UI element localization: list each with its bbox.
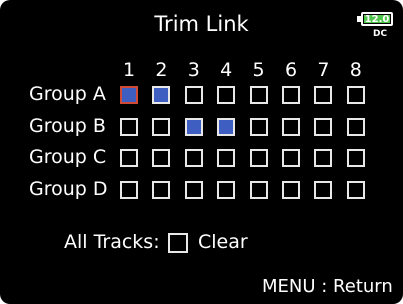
- link-checkbox-d-2[interactable]: [152, 180, 171, 199]
- group-label-b: Group B: [29, 114, 106, 137]
- power-source-label: DC: [373, 29, 388, 39]
- link-checkbox-b-5[interactable]: [249, 117, 268, 136]
- track-number-1: 1: [122, 59, 136, 81]
- clear-button[interactable]: Clear: [198, 231, 248, 253]
- link-checkbox-a-2[interactable]: [152, 86, 171, 104]
- group-label-d: Group D: [29, 177, 108, 200]
- battery-terminal: [357, 16, 361, 22]
- link-checkbox-a-1[interactable]: [120, 86, 138, 104]
- all-tracks-checkbox[interactable]: [168, 233, 188, 253]
- link-checkbox-a-8[interactable]: [346, 86, 365, 104]
- link-checkbox-a-4[interactable]: [217, 86, 236, 104]
- link-checkbox-c-3[interactable]: [184, 149, 203, 167]
- device-screen: Trim Link 12.0 DC 1 2 3 4 5 6 7 8 Group A Group B…: [0, 0, 403, 304]
- group-label-c: Group C: [29, 146, 107, 168]
- menu-return-hint: MENU : Return: [262, 276, 393, 297]
- track-number-8: 8: [349, 59, 362, 81]
- link-checkbox-b-1[interactable]: [120, 117, 138, 136]
- link-checkbox-b-3[interactable]: [184, 117, 203, 136]
- all-tracks-label: All Tracks:: [64, 231, 160, 253]
- battery-icon: 12.0: [357, 12, 393, 26]
- link-checkbox-a-5[interactable]: [249, 86, 268, 104]
- battery-voltage: 12.0: [364, 14, 390, 25]
- link-checkbox-d-4[interactable]: [217, 180, 236, 199]
- track-number-2: 2: [155, 59, 168, 81]
- link-checkbox-d-5[interactable]: [249, 180, 268, 199]
- link-checkbox-d-1[interactable]: [120, 180, 138, 199]
- link-checkbox-a-3[interactable]: [184, 86, 203, 104]
- track-number-4: 4: [220, 59, 233, 81]
- link-checkbox-d-6[interactable]: [282, 180, 300, 199]
- screen-title: Trim Link: [154, 12, 249, 36]
- link-checkbox-b-2[interactable]: [152, 117, 171, 136]
- link-checkbox-b-8[interactable]: [346, 117, 365, 136]
- link-checkbox-c-8[interactable]: [346, 149, 365, 167]
- link-checkbox-d-3[interactable]: [184, 180, 203, 199]
- link-checkbox-b-4[interactable]: [217, 117, 236, 136]
- link-checkbox-d-8[interactable]: [346, 180, 365, 199]
- track-number-3: 3: [187, 59, 200, 81]
- track-number-6: 6: [284, 59, 298, 81]
- link-checkbox-a-7[interactable]: [314, 86, 333, 104]
- link-checkbox-c-1[interactable]: [120, 149, 138, 167]
- link-checkbox-a-6[interactable]: [282, 86, 300, 104]
- link-checkbox-b-6[interactable]: [282, 117, 300, 136]
- link-checkbox-c-2[interactable]: [152, 149, 171, 167]
- link-checkbox-c-5[interactable]: [249, 149, 268, 167]
- track-number-5: 5: [252, 59, 265, 81]
- link-checkbox-c-7[interactable]: [314, 149, 333, 167]
- link-checkbox-c-4[interactable]: [217, 149, 236, 167]
- link-checkbox-d-7[interactable]: [314, 180, 333, 199]
- link-checkbox-c-6[interactable]: [282, 149, 300, 167]
- link-checkbox-b-7[interactable]: [314, 117, 333, 136]
- track-number-7: 7: [317, 59, 330, 81]
- group-label-a: Group A: [29, 83, 106, 105]
